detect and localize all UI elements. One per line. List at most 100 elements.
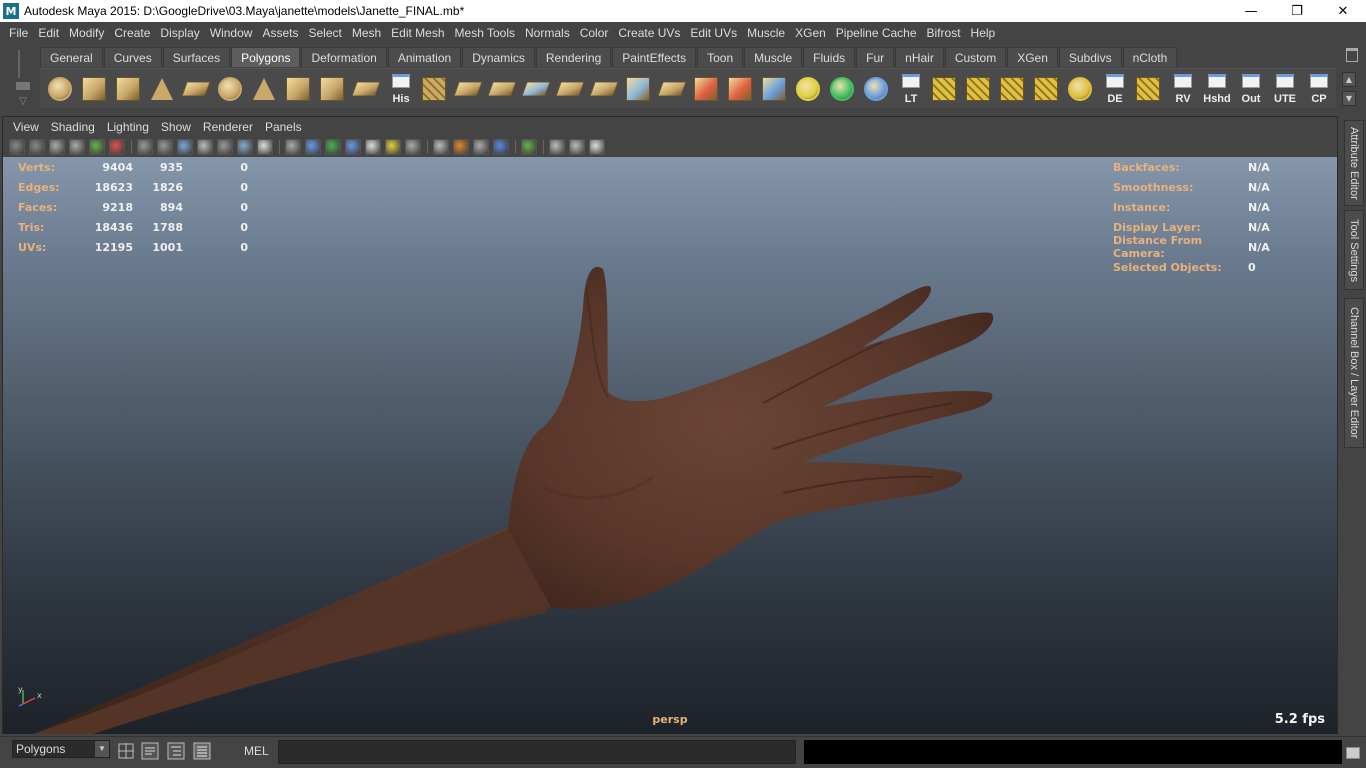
menu-window[interactable]: Window [205, 26, 258, 40]
menu-xgen[interactable]: XGen [790, 26, 831, 40]
scroll-down-icon[interactable]: ▼ [1342, 91, 1356, 106]
wireframe-on-shaded-icon[interactable] [325, 139, 341, 155]
menu-display[interactable]: Display [155, 26, 204, 40]
shadows-icon[interactable] [405, 139, 421, 155]
motion-blur-icon[interactable] [453, 139, 469, 155]
depth-of-field-icon[interactable] [493, 139, 509, 155]
field-chart-icon[interactable] [217, 139, 233, 155]
maya-app-icon[interactable]: M [3, 3, 19, 19]
panel-menu-shading[interactable]: Shading [45, 120, 101, 134]
shelf-tab-xgen[interactable]: XGen [1007, 47, 1058, 67]
shelf-tab-muscle[interactable]: Muscle [744, 47, 803, 67]
xray-joints-icon[interactable] [569, 139, 585, 155]
isolate-select-icon[interactable] [521, 139, 537, 155]
restore-button[interactable]: ❐ [1274, 0, 1320, 22]
textured-icon[interactable] [365, 139, 381, 155]
menu-color[interactable]: Color [575, 26, 614, 40]
lt-icon[interactable]: LT [894, 72, 927, 106]
panel-menu-renderer[interactable]: Renderer [197, 120, 259, 134]
shelf-tab-curves[interactable]: Curves [103, 47, 162, 67]
menu-mesh[interactable]: Mesh [347, 26, 386, 40]
sculpt-geometry-icon[interactable] [622, 72, 655, 106]
xray-active-components-icon[interactable] [589, 139, 605, 155]
film-gate-icon[interactable] [157, 139, 173, 155]
minimize-button[interactable]: — [1228, 0, 1274, 22]
shelf-tab-rendering[interactable]: Rendering [535, 47, 612, 67]
split-polygon-icon[interactable] [520, 72, 553, 106]
rv-icon[interactable]: RV [1166, 72, 1199, 106]
default-material-icon[interactable] [345, 139, 361, 155]
ute-icon[interactable]: UTE [1268, 72, 1301, 106]
transform-tool-icon[interactable] [860, 72, 893, 106]
image-plane-icon[interactable] [69, 139, 85, 155]
safe-action-icon[interactable] [237, 139, 253, 155]
shelf-tab-animation[interactable]: Animation [387, 47, 462, 67]
offset-edge-loop-icon[interactable] [588, 72, 621, 106]
command-input[interactable] [278, 740, 796, 764]
panel-menu-panels[interactable]: Panels [259, 120, 308, 134]
screen-space-ao-icon[interactable] [433, 139, 449, 155]
gate-mask-icon[interactable] [197, 139, 213, 155]
combine-icon[interactable] [350, 72, 383, 106]
cp-icon[interactable]: CP [1302, 72, 1335, 106]
shelf-handle[interactable]: ▽ [8, 48, 36, 110]
poly-sphere-icon[interactable] [44, 72, 77, 106]
script-editor-button[interactable] [1346, 747, 1360, 759]
panel-menu-lighting[interactable]: Lighting [101, 120, 155, 134]
hshd-icon[interactable]: Hshd [1200, 72, 1233, 106]
poly-plane-icon[interactable] [180, 72, 213, 106]
safe-title-icon[interactable] [257, 139, 273, 155]
shelf-tab-surfaces[interactable]: Surfaces [162, 47, 231, 67]
grid-icon[interactable] [137, 139, 153, 155]
poly-cone-icon[interactable] [146, 72, 179, 106]
uv-move-icon[interactable] [1064, 72, 1097, 106]
menu-pipeline-cache[interactable]: Pipeline Cache [831, 26, 922, 40]
mel-label[interactable]: MEL [244, 744, 269, 758]
uv-sew-icon[interactable] [996, 72, 1029, 106]
smooth-shade-icon[interactable] [305, 139, 321, 155]
tab-channel-box[interactable]: Channel Box / Layer Editor [1344, 298, 1364, 448]
de-icon[interactable]: DE [1098, 72, 1131, 106]
planar-mapping-icon[interactable] [656, 72, 689, 106]
menu-edit-mesh[interactable]: Edit Mesh [386, 26, 449, 40]
menu-create[interactable]: Create [109, 26, 155, 40]
bridge-icon[interactable] [452, 72, 485, 106]
shelf-tab-painteffects[interactable]: PaintEffects [612, 47, 697, 67]
uv-layout-icon[interactable] [928, 72, 961, 106]
lock-camera-icon[interactable] [29, 139, 45, 155]
select-camera-icon[interactable] [9, 139, 25, 155]
multisample-aa-icon[interactable] [473, 139, 489, 155]
script-editor-icon[interactable] [140, 741, 160, 761]
panel-menu-view[interactable]: View [7, 120, 45, 134]
menu-bifrost[interactable]: Bifrost [922, 26, 966, 40]
layer-editor-icon[interactable] [192, 741, 212, 761]
menu-edit[interactable]: Edit [33, 26, 64, 40]
create-polygon-tool-icon[interactable] [316, 72, 349, 106]
panel-menu-show[interactable]: Show [155, 120, 197, 134]
menu-normals[interactable]: Normals [520, 26, 575, 40]
menu-mesh-tools[interactable]: Mesh Tools [450, 26, 520, 40]
menu-set-select[interactable]: Polygons ▼ [12, 740, 110, 758]
shelf-tab-fluids[interactable]: Fluids [803, 47, 856, 67]
chevron-down-icon[interactable]: ▼ [95, 741, 109, 757]
xray-icon[interactable] [549, 139, 565, 155]
lattice-icon[interactable] [758, 72, 791, 106]
soft-mod-icon[interactable] [690, 72, 723, 106]
shelf-tab-dynamics[interactable]: Dynamics [462, 47, 535, 67]
outliner-icon[interactable] [166, 741, 186, 761]
snap-icon[interactable] [116, 741, 136, 761]
shelf-tab-nhair[interactable]: nHair [895, 47, 944, 67]
shelf-tab-deformation[interactable]: Deformation [301, 47, 387, 67]
history-icon[interactable]: His [384, 72, 417, 106]
uv-cut-icon[interactable] [1030, 72, 1063, 106]
insert-edge-loop-icon[interactable] [554, 72, 587, 106]
menu-select[interactable]: Select [303, 26, 346, 40]
scroll-up-icon[interactable]: ▲ [1342, 72, 1356, 87]
shelf-tab-general[interactable]: General [40, 47, 103, 67]
menu-help[interactable]: Help [966, 26, 1001, 40]
menu-modify[interactable]: Modify [64, 26, 109, 40]
out-icon[interactable]: Out [1234, 72, 1267, 106]
menu-assets[interactable]: Assets [257, 26, 303, 40]
tab-tool-settings[interactable]: Tool Settings [1344, 210, 1364, 290]
shelf-tab-fur[interactable]: Fur [856, 47, 895, 67]
